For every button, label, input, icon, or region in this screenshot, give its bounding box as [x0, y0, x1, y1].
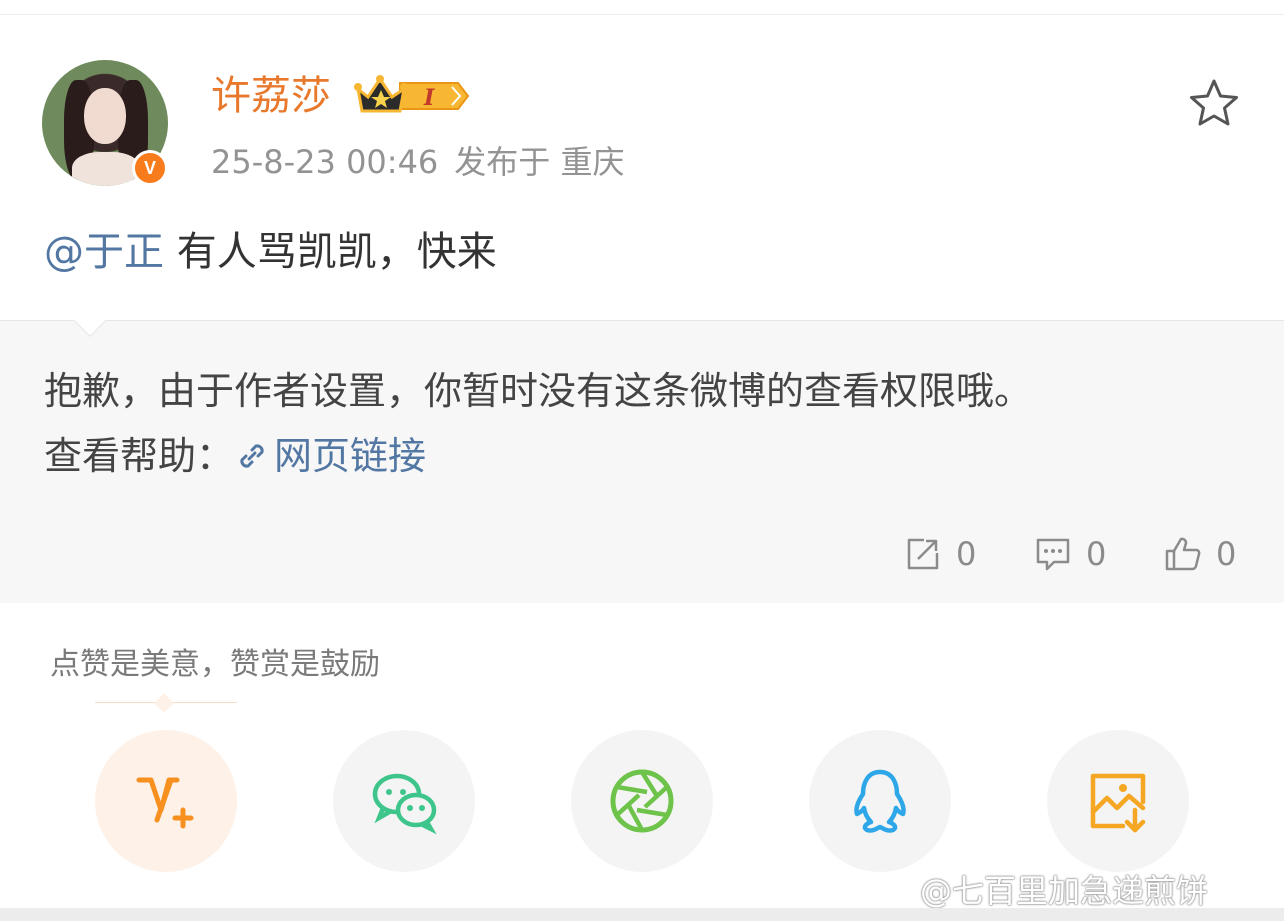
post-location: 发布于 重庆 — [454, 143, 625, 181]
reward-pointer — [154, 693, 174, 713]
vplus-button[interactable] — [95, 730, 237, 872]
post-body: 有人骂凯凯，快来 — [176, 229, 497, 275]
like-button[interactable]: 0 — [1164, 532, 1236, 576]
svg-text:I: I — [423, 85, 435, 111]
qq-icon — [854, 769, 906, 833]
like-count: 0 — [1216, 535, 1237, 573]
help-label: 查看帮助： — [44, 434, 235, 478]
web-link[interactable]: 网页链接 — [234, 434, 426, 478]
thumbs-up-icon — [1165, 537, 1201, 571]
moments-share-button[interactable] — [571, 730, 713, 872]
comment-count: 0 — [1086, 535, 1107, 573]
favorite-star-icon[interactable] — [1188, 78, 1240, 128]
comment-icon — [1036, 538, 1070, 571]
post-meta: 25-8-23 00:46 发布于 重庆 — [211, 142, 624, 182]
watermark: @七百里加急递煎饼 — [920, 872, 1209, 910]
bottom-bar — [0, 908, 1284, 921]
top-divider — [0, 14, 1284, 15]
username[interactable]: 许荔莎 — [211, 72, 331, 120]
help-line: 查看帮助： 网页链接 — [44, 430, 426, 482]
wechat-icon — [372, 773, 437, 835]
mention-link[interactable]: @于正 — [44, 229, 164, 275]
save-image-icon — [1090, 773, 1146, 833]
web-link-label: 网页链接 — [274, 434, 427, 478]
wechat-share-button[interactable] — [333, 730, 475, 872]
comment-button[interactable]: 0 — [1034, 532, 1106, 576]
post-timestamp: 25-8-23 00:46 — [211, 143, 439, 181]
post-text: @于正 有人骂凯凯，快来 — [44, 225, 497, 279]
verified-badge-icon: V — [132, 150, 168, 186]
moments-icon — [610, 769, 674, 833]
link-icon — [240, 444, 264, 468]
vplus-icon — [136, 777, 194, 829]
repost-count: 0 — [956, 535, 977, 573]
vip-crown-badge-icon[interactable]: I — [354, 75, 470, 117]
repost-button[interactable]: 0 — [904, 532, 976, 576]
save-image-button[interactable] — [1047, 730, 1189, 872]
repost-icon — [907, 538, 939, 570]
qq-share-button[interactable] — [809, 730, 951, 872]
reward-prompt: 点赞是美意，赞赏是鼓励 — [50, 647, 380, 682]
permission-notice: 抱歉，由于作者设置，你暂时没有这条微博的查看权限哦。 — [44, 369, 1033, 413]
